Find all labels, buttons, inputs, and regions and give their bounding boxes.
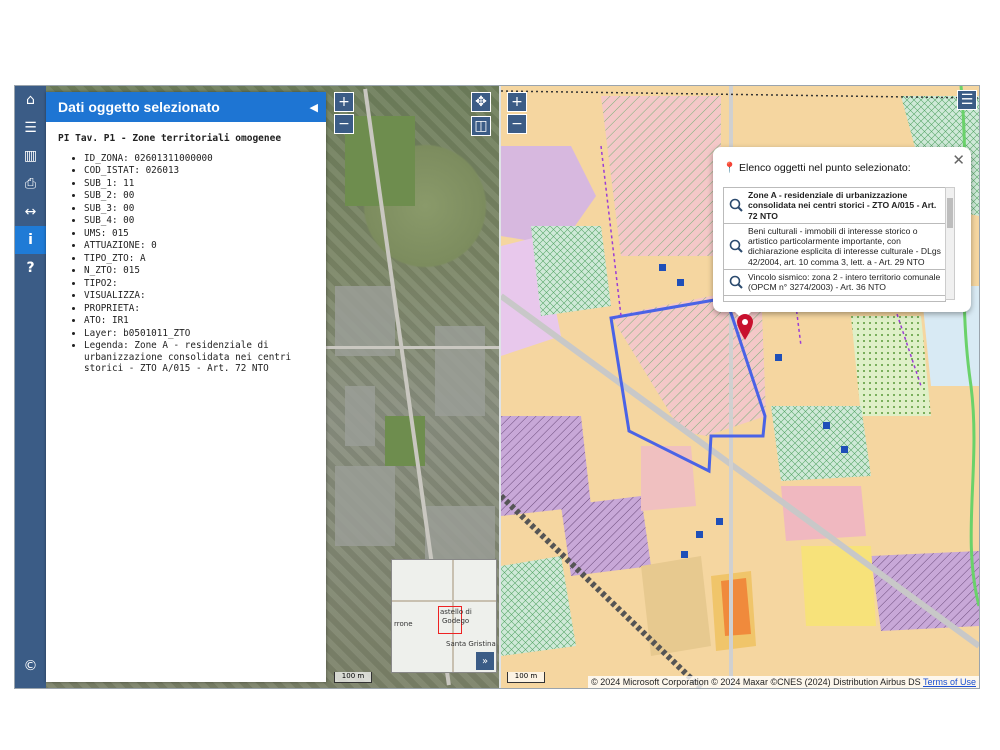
attribute-item: Legenda: Zone A - residenziale di urbani… <box>84 340 314 374</box>
attribute-item: SUB_4: 00 <box>84 215 314 226</box>
right-scale-bar: 100 m <box>507 672 545 683</box>
attribute-item: TIPO2: <box>84 278 314 289</box>
panel-header: Dati oggetto selezionato ◀ <box>46 92 326 122</box>
attribute-item: SUB_2: 00 <box>84 190 314 201</box>
attribute-item: VISUALIZZA: <box>84 290 314 301</box>
overview-toggle-button[interactable]: » <box>476 652 494 670</box>
feature-list-scrollbar[interactable] <box>945 187 955 300</box>
map-buildings <box>345 386 375 446</box>
left-zoom-in-button[interactable]: + <box>334 92 354 112</box>
measure-icon[interactable]: ↔ <box>15 198 46 226</box>
popup-title: 📍 Elenco oggetti nel punto selezionato: <box>723 161 911 174</box>
close-popup-button[interactable]: ✕ <box>952 151 965 169</box>
zoom-to-feature-icon[interactable] <box>724 226 748 267</box>
right-zoom-in-button[interactable]: + <box>507 92 527 112</box>
panel-title: Dati oggetto selezionato <box>58 99 220 115</box>
overview-label: Santa Gristina <box>446 640 496 648</box>
terms-of-use-link[interactable]: Terms of Use <box>923 677 976 687</box>
map-buildings <box>425 506 495 566</box>
feature-list-popup: ✕ 📍 Elenco oggetti nel punto selezionato… <box>713 147 971 320</box>
map-marker-icon <box>737 314 753 344</box>
map-buildings <box>435 326 485 416</box>
attribute-item: PROPRIETA: <box>84 303 314 314</box>
attribute-item: ATO: IR1 <box>84 315 314 326</box>
feature-label: Beni culturali - immobili di interesse s… <box>748 225 941 267</box>
layers-menu-icon[interactable]: ☰ <box>957 90 977 110</box>
attribute-item: ID_ZONA: 02601311000000 <box>84 153 314 164</box>
map-viewer-app: ⌂ ☰ ▥ ⎙ ↔ i ? © Dati oggetto selezionato… <box>14 85 980 689</box>
pan-icon[interactable]: ✥ <box>471 92 491 112</box>
overview-road <box>392 600 496 602</box>
side-toolbar: ⌂ ☰ ▥ ⎙ ↔ i ? © <box>15 86 46 688</box>
layer-title: PI Tav. P1 - Zone territoriali omogenee <box>58 133 282 144</box>
menu-icon[interactable]: ☰ <box>15 114 46 142</box>
feature-list-item[interactable]: Beni culturali - immobili di interesse s… <box>724 224 945 271</box>
attribute-item: ATTUAZIONE: 0 <box>84 240 314 251</box>
info-icon[interactable]: i <box>15 226 46 254</box>
attribute-item: SUB_3: 00 <box>84 203 314 214</box>
attribute-item: TIPO_ZTO: A <box>84 253 314 264</box>
overview-label: rrone <box>394 620 413 628</box>
overview-map[interactable]: astello di Godego rrone Santa Gristina » <box>391 559 497 673</box>
feature-list-item[interactable]: Zone A - residenziale di urbanizzazione … <box>724 188 945 224</box>
map-buildings <box>335 466 395 546</box>
split-view-icon[interactable]: ◫ <box>471 116 491 136</box>
panel-body: PI Tav. P1 - Zone territoriali omogenee … <box>46 122 326 383</box>
left-scale-bar: 100 m <box>334 672 372 683</box>
attribute-list: ID_ZONA: 02601311000000COD_ISTAT: 026013… <box>58 153 314 374</box>
attribute-item: Layer: b0501011_ZTO <box>84 328 314 339</box>
feature-list-item[interactable]: Vincolo sismico: zona 2 - intero territo… <box>724 270 945 296</box>
attribute-item: N_ZTO: 015 <box>84 265 314 276</box>
attribute-item: UMS: 015 <box>84 228 314 239</box>
map-road <box>325 346 499 349</box>
zoom-to-feature-icon[interactable] <box>724 190 748 221</box>
overview-label: astello di <box>440 608 472 616</box>
copyright-icon[interactable]: © <box>15 652 46 680</box>
help-icon[interactable]: ? <box>15 254 46 282</box>
scrollbar-thumb[interactable] <box>947 198 953 228</box>
left-zoom-out-button[interactable]: − <box>334 114 354 134</box>
feature-label: Vincolo sismico: zona 2 - intero territo… <box>748 272 941 293</box>
map-attribution: © 2024 Microsoft Corporation © 2024 Maxa… <box>588 676 979 688</box>
overview-label: Godego <box>442 617 470 625</box>
collapse-panel-icon[interactable]: ◀ <box>310 101 318 114</box>
map-pin-icon: 📍 <box>723 162 737 174</box>
attribute-item: COD_ISTAT: 026013 <box>84 165 314 176</box>
feature-list[interactable]: Zone A - residenziale di urbanizzazione … <box>723 187 946 302</box>
home-icon[interactable]: ⌂ <box>15 86 46 114</box>
right-zoom-out-button[interactable]: − <box>507 114 527 134</box>
zoom-to-feature-icon[interactable] <box>724 272 748 293</box>
popup-title-text: Elenco oggetti nel punto selezionato: <box>739 162 911 174</box>
feature-label: Zone A - residenziale di urbanizzazione … <box>748 190 937 221</box>
map-icon[interactable]: ▥ <box>15 142 46 170</box>
attribution-text: © 2024 Microsoft Corporation © 2024 Maxa… <box>591 677 921 687</box>
print-icon[interactable]: ⎙ <box>15 170 46 198</box>
selected-object-panel: Dati oggetto selezionato ◀ PI Tav. P1 - … <box>46 92 326 682</box>
zoning-map[interactable]: + − ☰ ✕ 📍 Elenco oggetti nel punto selez… <box>501 86 979 688</box>
attribute-item: SUB_1: 11 <box>84 178 314 189</box>
